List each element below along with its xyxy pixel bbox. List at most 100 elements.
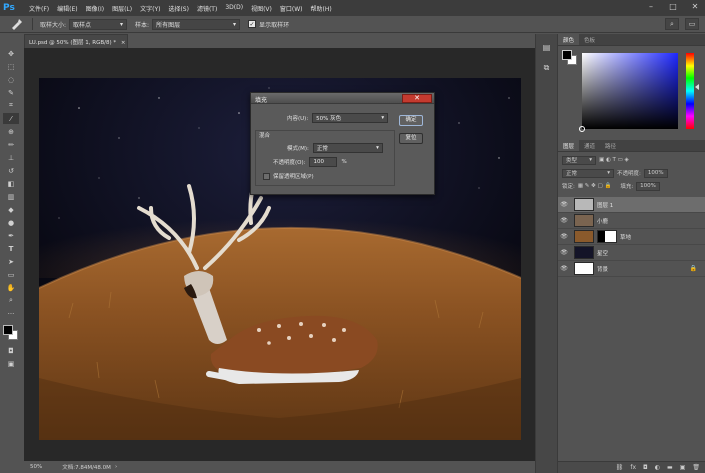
fx-icon[interactable]: fx (630, 464, 636, 471)
filter-icons[interactable]: ▣ ◐ T ▭ ◈ (599, 157, 629, 163)
close-tab-icon[interactable]: × (121, 40, 126, 46)
layer-thumbnail[interactable] (574, 246, 594, 259)
quick-mask-icon[interactable]: ◘ (3, 345, 19, 356)
layer-fill-input[interactable]: 100% (636, 181, 661, 191)
ok-button[interactable]: 确定 (399, 115, 423, 126)
healing-brush-tool-icon[interactable]: ⊕ (3, 126, 19, 137)
hue-slider[interactable] (686, 53, 694, 129)
menu-item[interactable]: 滤镜(T) (193, 4, 221, 13)
tab-swatches[interactable]: 色板 (579, 34, 600, 45)
mask-icon[interactable]: ◘ (643, 464, 648, 471)
type-tool-icon[interactable]: T (3, 243, 19, 254)
folder-icon[interactable]: ▬ (667, 464, 673, 471)
hand-tool-icon[interactable]: ✋ (3, 282, 19, 293)
layer-row[interactable]: 👁 背景 🔒 (558, 261, 705, 277)
history-brush-tool-icon[interactable]: ↺ (3, 165, 19, 176)
layer-row[interactable]: 👁 星空 (558, 245, 705, 261)
menu-item[interactable]: 3D(D) (221, 4, 247, 13)
tab-channels[interactable]: 通道 (579, 140, 600, 151)
hue-slider-handle[interactable] (695, 84, 699, 90)
shape-tool-icon[interactable]: ▭ (3, 269, 19, 280)
menu-item[interactable]: 帮助(H) (307, 4, 336, 13)
minimize-button[interactable]: – (645, 2, 657, 12)
layer-thumbnail[interactable] (574, 230, 594, 243)
mode-select[interactable]: 正常 ▾ (312, 143, 383, 153)
layer-kind-filter[interactable]: 类型 ▾ (562, 155, 596, 165)
sample-select[interactable]: 所有图层 ▾ (152, 18, 241, 30)
menu-item[interactable]: 选择(S) (164, 4, 193, 13)
visibility-eye-icon[interactable]: 👁 (558, 201, 570, 208)
layer-row[interactable]: 👁 草地 (558, 229, 705, 245)
sample-size-select[interactable]: 取样点 ▾ (69, 18, 128, 30)
screen-mode-icon[interactable]: ▣ (3, 358, 19, 369)
menu-item[interactable]: 窗口(W) (276, 4, 307, 13)
visibility-eye-icon[interactable]: 👁 (558, 249, 570, 256)
menu-item[interactable]: 编辑(E) (53, 4, 81, 13)
link-icon[interactable]: ⛓ (616, 464, 624, 471)
content-select[interactable]: 50% 灰色 ▾ (312, 113, 389, 123)
blur-tool-icon[interactable]: ◆ (3, 204, 19, 215)
zoom-level[interactable]: 50% (30, 464, 42, 470)
workspace-icon[interactable]: ▭ (685, 18, 699, 30)
document-info[interactable]: 文档:7.84M/48.0M (62, 463, 111, 471)
layer-thumbnail[interactable] (574, 214, 594, 227)
marquee-tool-icon[interactable]: ⬚ (3, 61, 19, 72)
visibility-eye-icon[interactable]: 👁 (558, 233, 570, 240)
trash-icon[interactable]: 🗑 (692, 464, 700, 471)
more-tools-icon[interactable]: ··· (3, 308, 19, 319)
color-field[interactable] (579, 53, 678, 132)
foreground-color-swatch[interactable] (3, 325, 13, 335)
menu-item[interactable]: 视图(V) (247, 4, 276, 13)
blend-mode-select[interactable]: 正常 ▾ (562, 168, 614, 178)
adjustment-icon[interactable]: ◐ (655, 464, 660, 471)
foreground-color-swatch[interactable] (562, 50, 572, 60)
preserve-transparency-checkbox[interactable] (263, 172, 270, 180)
close-window-button[interactable]: ✕ (689, 2, 701, 12)
layer-thumbnail[interactable] (574, 198, 594, 211)
show-ring-checkbox[interactable]: ✓ (248, 20, 257, 28)
menu-items: 文件(F) 编辑(E) 图像(I) 图层(L) 文字(Y) 选择(S) 滤镜(T) 3D(D)… (25, 4, 336, 13)
menu-item[interactable]: 文字(Y) (136, 4, 164, 13)
quick-select-tool-icon[interactable]: ✎ (3, 87, 19, 98)
chevron-right-icon[interactable]: › (115, 464, 117, 470)
maximize-button[interactable]: □ (667, 2, 679, 12)
dodge-tool-icon[interactable]: ● (3, 217, 19, 228)
layer-thumbnail[interactable] (574, 262, 594, 275)
eraser-tool-icon[interactable]: ◧ (3, 178, 19, 189)
dialog-title-bar[interactable]: 填充 ✕ (251, 93, 434, 104)
menu-item[interactable]: 文件(F) (25, 4, 53, 13)
dialog-close-button[interactable]: ✕ (402, 94, 432, 103)
lock-icons[interactable]: ▦ ✎ ✥ ▢ 🔒 (578, 183, 611, 189)
tab-color[interactable]: 颜色 (558, 34, 580, 45)
pen-tool-icon[interactable]: ✒ (3, 230, 19, 241)
tab-layers[interactable]: 图层 (558, 140, 580, 151)
layer-mask-thumbnail[interactable] (597, 230, 617, 243)
clone-stamp-tool-icon[interactable]: ⊥ (3, 152, 19, 163)
menu-item[interactable]: 图像(I) (82, 4, 108, 13)
color-swatches[interactable] (3, 325, 19, 341)
eyedropper-tool-icon[interactable]: ⁄ (3, 113, 19, 124)
brush-tool-icon[interactable]: ✏ (3, 139, 19, 150)
tab-paths[interactable]: 路径 (600, 140, 621, 151)
zoom-tool-icon[interactable]: ⌕ (3, 295, 19, 306)
visibility-eye-icon[interactable]: 👁 (558, 217, 570, 224)
path-select-tool-icon[interactable]: ➤ (3, 256, 19, 267)
gradient-tool-icon[interactable]: ▥ (3, 191, 19, 202)
layer-row[interactable]: 👁 图层 1 (558, 197, 705, 213)
menu-item[interactable]: 图层(L) (108, 4, 136, 13)
new-layer-icon[interactable]: ▣ (680, 464, 686, 471)
document-tab[interactable]: LU.psd @ 50% (图层 1, RGB/8) * × (24, 34, 128, 48)
lasso-tool-icon[interactable]: ◌ (3, 74, 19, 85)
layer-row[interactable]: 👁 小鹿 (558, 213, 705, 229)
properties-panel-icon[interactable]: ⧉ (540, 62, 554, 74)
color-picker-handle[interactable] (579, 126, 585, 132)
crop-tool-icon[interactable]: ⌗ (3, 100, 19, 111)
search-icon[interactable]: ⌕ (665, 18, 679, 30)
move-tool-icon[interactable]: ✥ (3, 48, 19, 59)
tool-preset-picker[interactable] (6, 17, 28, 31)
layer-opacity-input[interactable]: 100% (643, 168, 668, 178)
reset-button[interactable]: 复位 (399, 133, 423, 144)
history-panel-icon[interactable]: ▤ (540, 42, 554, 54)
opacity-input[interactable]: 100 (309, 157, 338, 167)
visibility-eye-icon[interactable]: 👁 (558, 265, 570, 272)
